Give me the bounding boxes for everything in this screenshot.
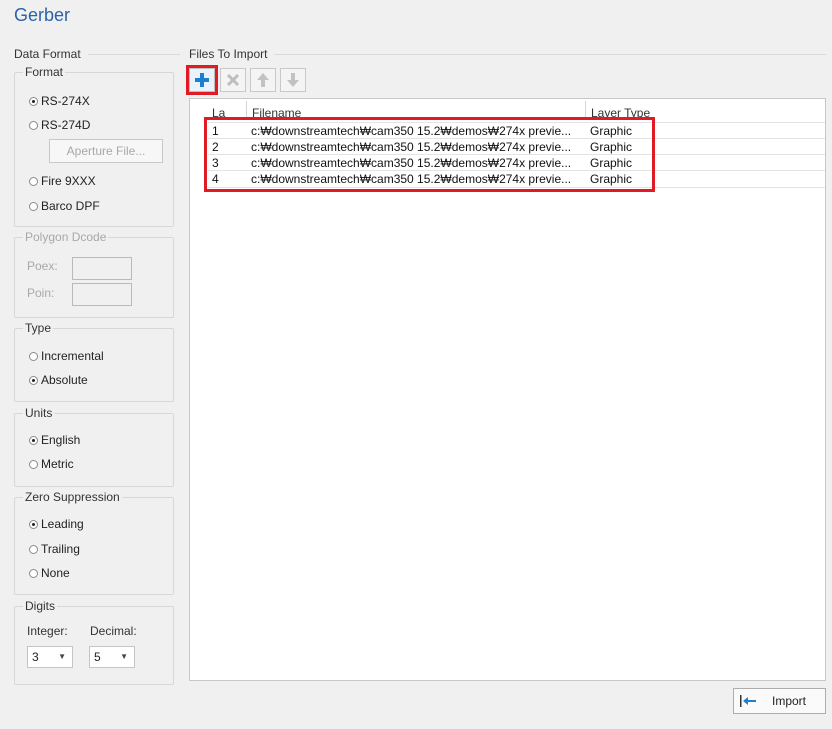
table-row[interactable]: 1 c:₩downstreamtech₩cam350 15.2₩demos₩27… (208, 122, 825, 139)
table-header: La Filename Layer Type (190, 99, 825, 119)
radio-dot (29, 519, 38, 529)
aperture-file-button[interactable]: Aperture File... (49, 139, 163, 163)
chevron-down-icon: ▼ (58, 652, 66, 661)
arrow-down-icon (287, 73, 299, 87)
radio-dot (29, 459, 38, 469)
poin-input[interactable] (72, 283, 132, 306)
import-button[interactable]: Import (733, 688, 826, 714)
row-layer-type: Graphic (590, 140, 633, 154)
radio-label: Fire 9XXX (41, 174, 96, 188)
row-layer-type: Graphic (590, 172, 633, 186)
row-layer-type: Graphic (590, 156, 633, 170)
table-row[interactable]: 3 c:₩downstreamtech₩cam350 15.2₩demos₩27… (208, 154, 825, 171)
decimal-label: Decimal: (90, 624, 137, 638)
radio-label: Metric (41, 457, 74, 471)
plus-icon (195, 73, 209, 87)
remove-file-button[interactable] (220, 68, 246, 92)
radio-dot (29, 96, 38, 106)
polygon-dcode-legend: Polygon Dcode (23, 230, 109, 244)
decimal-select[interactable]: 5 ▼ (89, 646, 135, 668)
radio-dot (29, 176, 38, 186)
import-label: Import (772, 694, 807, 708)
poin-label: Poin: (27, 286, 55, 300)
column-header-layer-type[interactable]: Layer Type (591, 99, 791, 119)
column-header-filename[interactable]: Filename (252, 99, 582, 119)
polygon-dcode-group: Polygon Dcode Poex: Poin: (14, 230, 174, 318)
radio-label: RS-274X (41, 94, 90, 108)
row-filename: c:₩downstreamtech₩cam350 15.2₩demos₩274x… (251, 156, 572, 170)
import-icon (740, 695, 756, 707)
radio-dot (29, 568, 38, 578)
type-group: Type Incremental Absolute (14, 321, 174, 402)
radio-label: Barco DPF (41, 199, 100, 213)
radio-trailing[interactable]: Trailing (29, 542, 80, 556)
row-filename: c:₩downstreamtech₩cam350 15.2₩demos₩274x… (251, 172, 572, 186)
radio-label: Leading (41, 517, 84, 531)
data-format-label: Data Format (14, 47, 81, 61)
radio-rs274d[interactable]: RS-274D (29, 118, 90, 132)
decimal-value: 5 (94, 650, 101, 664)
row-filename: c:₩downstreamtech₩cam350 15.2₩demos₩274x… (251, 124, 572, 138)
files-to-import-label: Files To Import (189, 47, 268, 61)
radio-dot (29, 201, 38, 211)
files-divider (274, 54, 826, 55)
row-filename: c:₩downstreamtech₩cam350 15.2₩demos₩274x… (251, 140, 572, 154)
radio-label: English (41, 433, 81, 447)
radio-dot (29, 351, 38, 361)
radio-label: None (41, 566, 70, 580)
integer-value: 3 (32, 650, 39, 664)
units-legend: Units (23, 406, 55, 420)
units-group: Units English Metric (14, 406, 174, 487)
radio-label: Incremental (41, 349, 104, 363)
table-row[interactable]: 2 c:₩downstreamtech₩cam350 15.2₩demos₩27… (208, 138, 825, 155)
radio-rs274x[interactable]: RS-274X (29, 94, 90, 108)
column-header-layer[interactable]: La (212, 99, 244, 119)
radio-dot (29, 544, 38, 554)
digits-legend: Digits (23, 599, 58, 613)
format-group: Format RS-274X RS-274D Aperture File... … (14, 65, 174, 227)
zero-suppression-group: Zero Suppression Leading Trailing None (14, 490, 174, 595)
row-layer-type: Graphic (590, 124, 633, 138)
zero-suppression-legend: Zero Suppression (23, 490, 122, 504)
files-table[interactable]: La Filename Layer Type 1 c:₩downstreamte… (189, 98, 826, 681)
radio-label: RS-274D (41, 118, 91, 132)
radio-metric[interactable]: Metric (29, 457, 74, 471)
radio-none[interactable]: None (29, 566, 70, 580)
row-number: 1 (212, 124, 219, 138)
window-title: Gerber (14, 5, 71, 25)
radio-leading[interactable]: Leading (29, 517, 84, 531)
row-number: 2 (212, 140, 219, 154)
radio-label: Trailing (41, 542, 80, 556)
radio-label: Absolute (41, 373, 88, 387)
move-down-button[interactable] (280, 68, 306, 92)
radio-dot (29, 120, 38, 130)
radio-english[interactable]: English (29, 433, 80, 447)
format-legend: Format (23, 65, 66, 79)
radio-incremental[interactable]: Incremental (29, 349, 104, 363)
table-row[interactable]: 4 c:₩downstreamtech₩cam350 15.2₩demos₩27… (208, 170, 825, 188)
integer-select[interactable]: 3 ▼ (27, 646, 73, 668)
integer-label: Integer: (27, 624, 68, 638)
arrow-up-icon (257, 73, 269, 87)
column-separator (246, 101, 247, 119)
radio-dot (29, 375, 38, 385)
add-file-button[interactable] (189, 68, 215, 92)
row-number: 4 (212, 172, 219, 186)
x-icon (226, 73, 240, 87)
type-legend: Type (23, 321, 54, 335)
data-format-divider (88, 54, 180, 55)
digits-group: Digits Integer: 3 ▼ Decimal: 5 ▼ (14, 599, 174, 685)
poex-input[interactable] (72, 257, 132, 280)
poex-label: Poex: (27, 259, 58, 273)
radio-fire-9xxx[interactable]: Fire 9XXX (29, 174, 96, 188)
move-up-button[interactable] (250, 68, 276, 92)
radio-absolute[interactable]: Absolute (29, 373, 88, 387)
column-separator (585, 101, 586, 119)
chevron-down-icon: ▼ (120, 652, 128, 661)
radio-barco-dpf[interactable]: Barco DPF (29, 199, 100, 213)
row-number: 3 (212, 156, 219, 170)
radio-dot (29, 435, 38, 445)
